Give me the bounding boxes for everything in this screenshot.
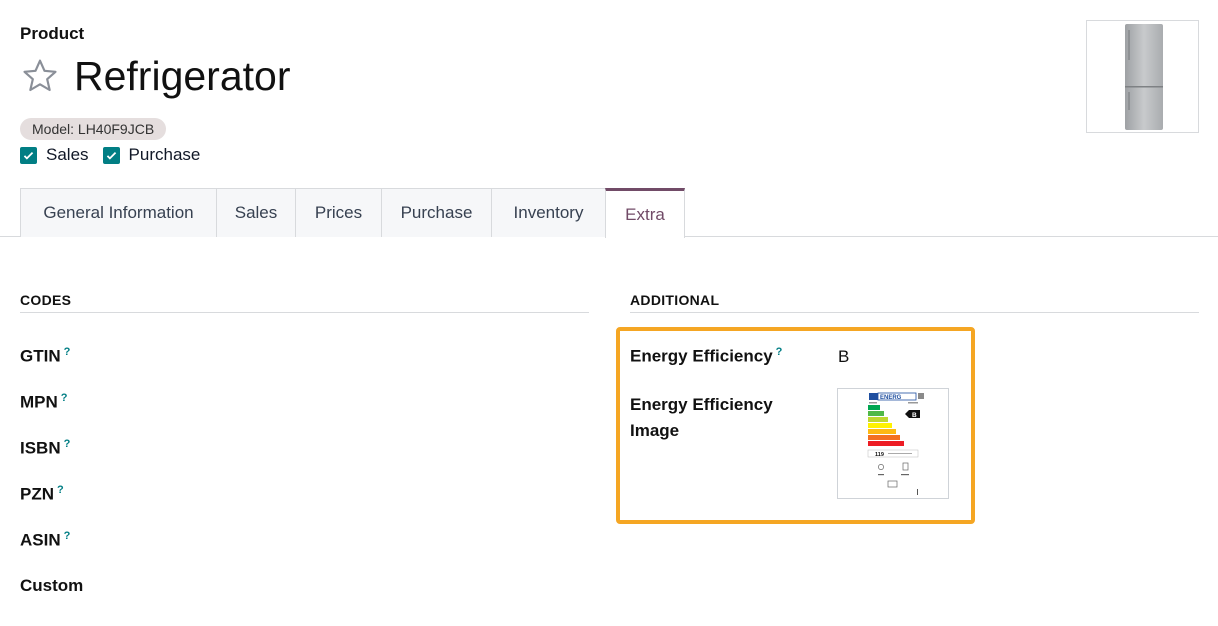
energy-efficiency-label: Energy Efficiency? (630, 346, 782, 367)
help-icon[interactable]: ? (64, 438, 71, 450)
energy-efficiency-value[interactable]: B (838, 347, 849, 367)
tab-extra[interactable]: Extra (605, 188, 685, 238)
asin-label-text: ASIN (20, 530, 61, 550)
star-icon[interactable] (20, 56, 60, 96)
purchase-checkbox-label: Purchase (128, 145, 201, 164)
product-image[interactable] (1086, 20, 1199, 133)
codes-section-title: CODES (20, 292, 72, 308)
energy-label-graphic: ENERG B 119 (867, 392, 924, 495)
additional-section-title: ADDITIONAL (630, 292, 720, 308)
energy-efficiency-label-text: Energy Efficiency (630, 346, 773, 366)
tab-sales[interactable]: Sales (216, 188, 296, 237)
tab-general-information[interactable]: General Information (20, 188, 217, 237)
help-icon[interactable]: ? (61, 392, 68, 404)
gtin-label: GTIN? (20, 346, 70, 367)
refrigerator-image (1124, 23, 1163, 130)
tab-purchase[interactable]: Purchase (381, 188, 492, 237)
custom-label: Custom (20, 576, 83, 596)
sales-checkbox-label: Sales (46, 145, 89, 164)
tab-inventory[interactable]: Inventory (491, 188, 606, 237)
energy-class-letter: B (912, 412, 917, 419)
help-icon[interactable]: ? (64, 346, 71, 358)
product-name[interactable]: Refrigerator (74, 52, 290, 100)
custom-label-text: Custom (20, 576, 84, 595)
mpn-label: MPN? (20, 392, 68, 413)
title-row: Refrigerator (20, 52, 290, 100)
energy-efficiency-image-label: Energy Efficiency Image (630, 395, 773, 440)
tab-prices[interactable]: Prices (295, 188, 382, 237)
help-icon[interactable]: ? (57, 484, 64, 496)
energy-label-header: ENERG (880, 395, 902, 401)
isbn-label-text: ISBN (20, 438, 61, 458)
notebook-tabs: General Information Sales Prices Purchas… (0, 188, 1218, 238)
help-icon[interactable]: ? (776, 346, 783, 358)
pzn-label: PZN? (20, 484, 64, 505)
mpn-label-text: MPN (20, 392, 58, 412)
model-badge: Model: LH40F9JCB (20, 118, 167, 140)
breadcrumb[interactable]: Product (20, 24, 84, 44)
checkbox-checked-icon[interactable] (102, 146, 120, 164)
pzn-label-text: PZN (20, 484, 54, 504)
sale-purchase-checks: Sales Purchase (20, 145, 214, 165)
isbn-label: ISBN? (20, 438, 70, 459)
additional-divider (630, 312, 1199, 313)
checkbox-checked-icon[interactable] (20, 146, 37, 164)
gtin-label-text: GTIN (20, 346, 61, 366)
asin-label: ASIN? (20, 530, 70, 551)
sales-checkbox[interactable]: Sales (20, 145, 89, 165)
energy-label-image[interactable]: ENERG B 119 (837, 388, 949, 499)
purchase-checkbox[interactable]: Purchase (102, 145, 201, 165)
energy-consumption-value: 119 (875, 452, 884, 458)
help-icon[interactable]: ? (64, 530, 71, 542)
codes-divider (20, 312, 589, 313)
